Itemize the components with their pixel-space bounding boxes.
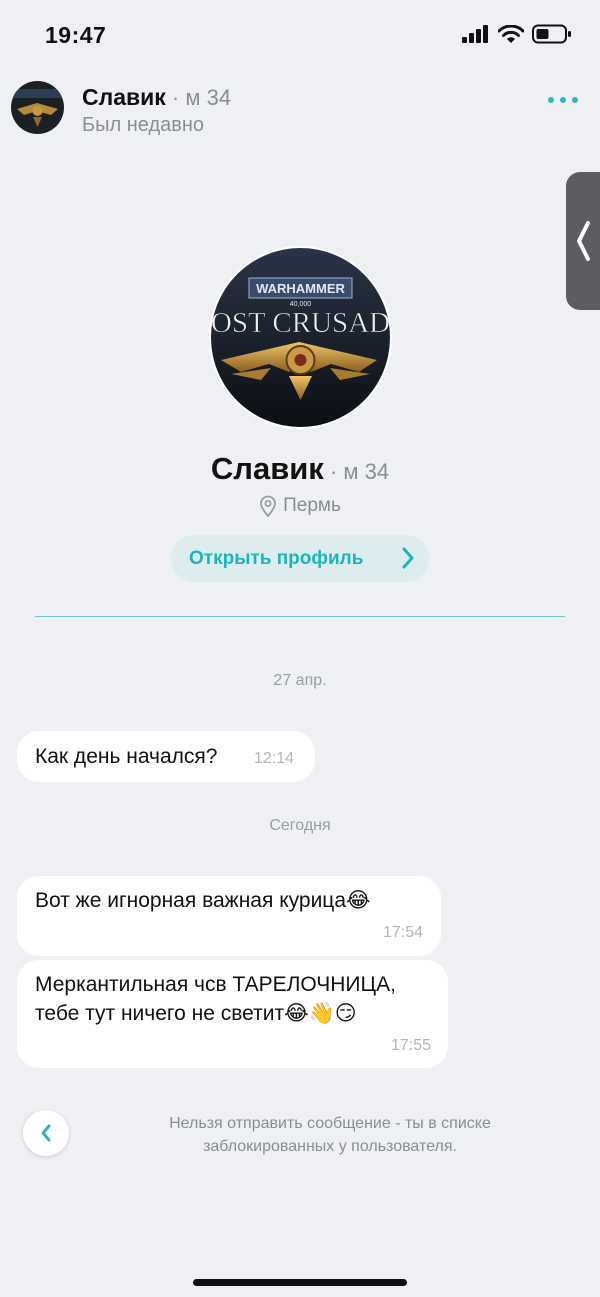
status-icons [462, 24, 572, 44]
divider [35, 616, 565, 617]
profile-name-line: Славик · м 34 [0, 451, 600, 487]
cellular-signal-icon [462, 25, 488, 43]
date-separator: Сегодня [269, 817, 331, 834]
contact-avatar[interactable] [11, 81, 64, 134]
location-pin-icon [260, 495, 277, 517]
chevron-left-icon [41, 1124, 51, 1142]
wifi-icon [498, 24, 524, 43]
message-time: 17:55 [390, 1037, 431, 1054]
message-bubble[interactable]: Меркантильная чсв ТАРЕЛОЧНИЦА, тебе тут … [17, 960, 448, 1068]
chevron-right-icon [402, 547, 414, 569]
contact-name-line: Славик · м 34 [82, 84, 231, 111]
back-button[interactable] [23, 1110, 69, 1156]
home-indicator [193, 1279, 407, 1286]
profile-location: Пермь [0, 495, 600, 517]
contact-status: Был недавно [82, 114, 205, 136]
profile-avatar[interactable]: WARHAMMER 40,000 OST CRUSAD [208, 246, 392, 429]
profile-meta: · м 34 [323, 459, 390, 484]
profile-card: WARHAMMER 40,000 OST CRUSAD Славик · м 3… [0, 246, 600, 517]
open-profile-button[interactable]: Открыть профиль [171, 535, 429, 582]
profile-city: Пермь [283, 495, 341, 516]
message-text: Меркантильная чсв ТАРЕЛОЧНИЦА, тебе тут … [35, 973, 396, 1025]
message-text: Вот же игнорная важная курица😂 [35, 889, 371, 912]
profile-name: Славик [210, 451, 324, 486]
contact-name: Славик [82, 84, 166, 110]
avatar-logo-text: WARHAMMER [256, 281, 345, 296]
status-bar: 19:47 [0, 0, 600, 70]
chat-header: Славик · м 34 Был недавно [0, 76, 600, 142]
contact-meta: · м 34 [165, 85, 232, 110]
blocked-notice: Нельзя отправить сообщение - ты в списке… [169, 1115, 491, 1155]
message-bubble[interactable]: Как день начался? 12:14 [17, 731, 315, 782]
message-time: 12:14 [254, 750, 295, 767]
message-bubble[interactable]: Вот же игнорная важная курица😂 17:54 [17, 876, 441, 956]
message-text: Как день начался? [35, 745, 218, 768]
battery-icon [532, 24, 571, 44]
more-options-icon[interactable] [548, 90, 578, 110]
date-separator: 27 апр. [273, 672, 327, 689]
svg-text:OST CRUSAD: OST CRUSAD [211, 307, 390, 339]
status-time: 19:47 [45, 22, 107, 48]
open-profile-label: Открыть профиль [189, 547, 364, 569]
message-time: 17:54 [382, 924, 423, 941]
